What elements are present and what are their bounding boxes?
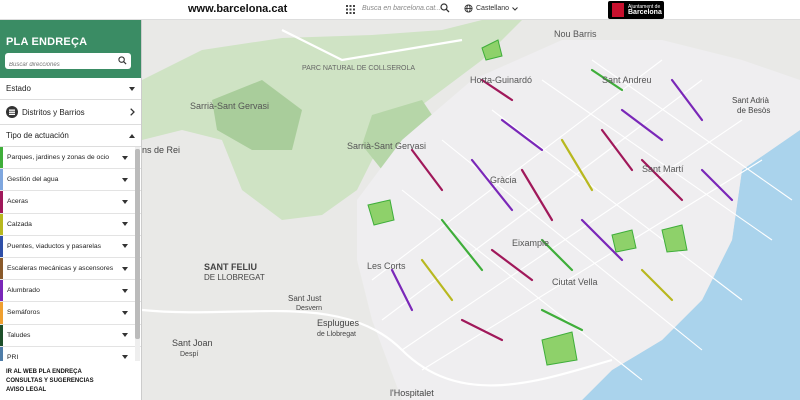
label-ns-de-rei: ns de Rei [142,145,180,155]
category-item[interactable]: Taludes [0,324,141,347]
category-item[interactable]: Calzada [0,213,141,236]
label-hospitalet: l'Hospitalet [390,388,434,398]
label-les-corts: Les Corts [367,261,406,271]
chevron-down-icon [129,86,135,91]
label-sant-joan: Sant Joan [172,338,213,348]
chevron-down-icon [122,244,128,249]
label-sant-feliu: SANT FELIU [204,262,257,272]
label-horta: Horta-Guinardó [470,75,532,85]
label-desvern: Desvern [296,305,322,312]
label-parc: PARC NATURAL DE COLLSEROLA [302,65,415,72]
tipo-label: Tipo de actuación [6,131,69,140]
chevron-down-icon [122,333,128,338]
sidebar: PLA ENDREÇA Estado Distritos y Barrios T… [0,20,142,400]
chevron-down-icon [122,155,128,160]
category-item[interactable]: Gestión del agua [0,169,141,192]
category-scrollbar[interactable] [135,147,140,361]
chevron-down-icon [122,288,128,293]
chevron-down-icon [122,355,128,360]
category-color-bar [0,235,3,257]
category-item[interactable]: Alumbrado [0,280,141,303]
estado-toggle[interactable]: Estado [0,78,141,100]
category-label: Calzada [7,220,32,228]
category-item[interactable]: Semáforos [0,302,141,325]
label-sant-adria: Sant Adrià [732,96,769,105]
address-search-box [5,53,131,72]
search-icon[interactable] [440,3,450,13]
category-label: Puentes, viaductos y pasarelas [7,242,102,250]
category-color-bar [0,147,3,169]
category-color-bar [0,324,3,346]
label-de-besos: de Besòs [737,106,770,115]
search-icon[interactable] [118,56,127,65]
layers-icon [6,106,18,118]
chevron-down-icon [512,6,518,11]
label-ciutat-vella: Ciutat Vella [552,277,598,287]
chevron-down-icon [122,266,128,271]
category-item[interactable]: Parques, jardines y zonas de ocio [0,147,141,170]
category-label: Semáforos [7,309,40,317]
category-color-bar [0,280,3,302]
category-color-bar [0,302,3,324]
label-gracia: Gràcia [490,175,517,185]
category-color-bar [0,191,3,213]
ajuntament-logo[interactable]: Ajuntament de Barcelona [608,1,664,19]
category-item[interactable]: PRI [0,346,141,361]
label-de-llobregat-2: de Llobregat [317,331,356,338]
link-consultas[interactable]: CONSULTAS Y SUGERENCIAS [6,378,135,384]
chevron-down-icon [122,310,128,315]
label-sarria: Sarrià-Sant Gervasi [190,101,269,111]
link-aviso-legal[interactable]: AVISO LEGAL [6,387,135,393]
map-canvas[interactable]: Nou Barris Horta-Guinardó Sant Andreu Sa… [142,20,800,400]
category-label: Parques, jardines y zonas de ocio [7,154,110,162]
label-nou-barris: Nou Barris [554,29,597,39]
label-despi: Despí [180,351,198,358]
category-color-bar [0,257,3,280]
link-web-pla-endreca[interactable]: IR AL WEB PLA ENDREÇA [6,369,135,375]
distritos-label: Distritos y Barrios [22,107,85,117]
category-label: PRI [7,353,19,361]
address-search-input[interactable] [9,58,113,72]
top-header: www.barcelona.cat Busca en barcelona.cat… [0,0,800,20]
language-label: Castellano [476,5,510,12]
logo-line2: Barcelona [628,9,662,16]
chevron-down-icon [122,222,128,227]
category-color-bar [0,346,3,361]
map-view[interactable]: Nou Barris Horta-Guinardó Sant Andreu Sa… [142,20,800,400]
scrollbar-thumb[interactable] [135,149,140,339]
label-esplugues: Esplugues [317,318,360,328]
distritos-button[interactable]: Distritos y Barrios [0,100,141,125]
language-selector[interactable]: Castellano [464,4,518,13]
category-label: Alumbrado [7,287,40,295]
sidebar-header: PLA ENDREÇA [0,20,141,78]
apps-grid-icon[interactable] [346,5,355,14]
category-item[interactable]: Puentes, viaductos y pasarelas [0,235,141,258]
label-sant-andreu: Sant Andreu [602,75,652,85]
label-eixample: Eixample [512,238,549,248]
label-sarria-2: Sarrià-Sant Gervasi [347,141,426,151]
label-de-llobregat: DE LLOBREGAT [204,273,265,282]
category-label: Aceras [7,198,29,206]
tipo-actuacion-toggle[interactable]: Tipo de actuación [0,125,141,147]
category-label: Gestión del agua [7,176,59,184]
city-seal-icon [612,3,624,17]
category-label: Escaleras mecánicas y ascensores [7,265,114,273]
chevron-right-icon [130,108,135,116]
category-item[interactable]: Escaleras mecánicas y ascensores [0,257,141,281]
footer-links: IR AL WEB PLA ENDREÇA CONSULTAS Y SUGERE… [0,361,141,393]
category-color-bar [0,213,3,235]
chevron-up-icon [129,133,135,138]
chevron-down-icon [122,177,128,182]
category-item[interactable]: Aceras [0,191,141,214]
label-sant-marti: Sant Martí [642,164,684,174]
app-title: PLA ENDREÇA [6,36,88,48]
globe-icon [464,4,473,13]
category-label: Taludes [7,331,31,339]
estado-label: Estado [6,84,31,93]
category-list: Parques, jardines y zonas de ocio Gestión… [0,147,141,361]
label-sant-just: Sant Just [288,294,322,303]
chevron-down-icon [122,199,128,204]
site-link[interactable]: www.barcelona.cat [188,3,287,15]
category-color-bar [0,169,3,191]
